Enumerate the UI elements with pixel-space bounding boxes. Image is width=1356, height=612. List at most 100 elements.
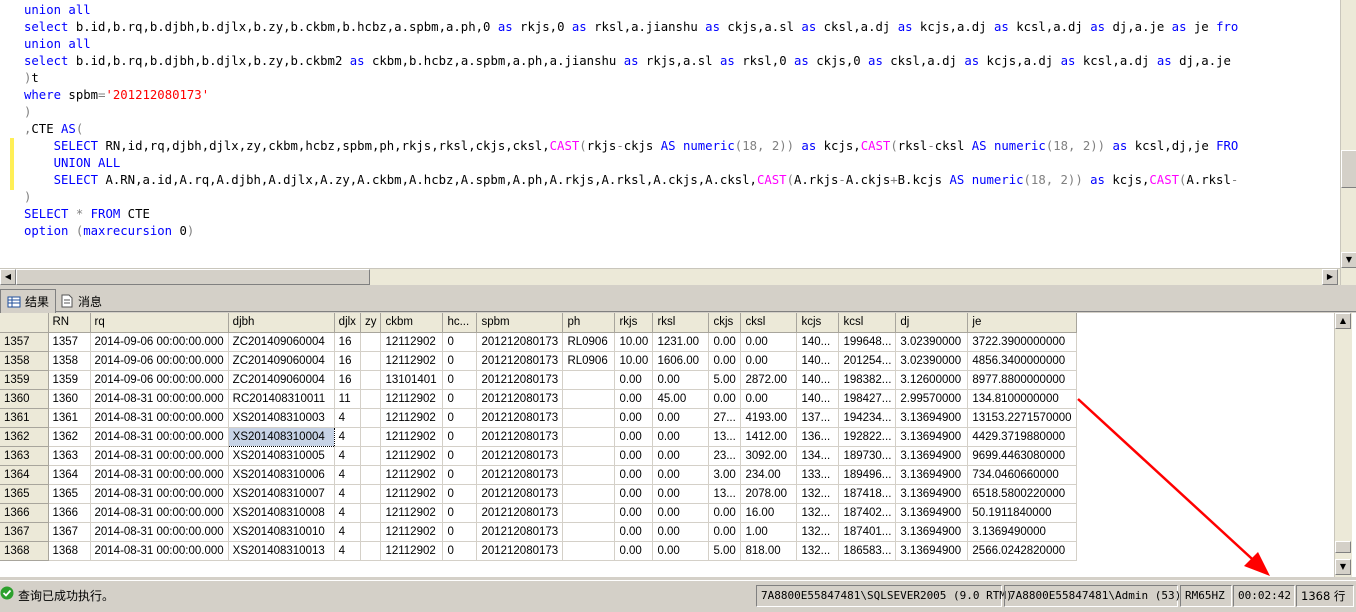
grid-cell[interactable]: 0 <box>442 351 478 371</box>
grid-cell[interactable]: 3.13694900 <box>895 427 969 447</box>
grid-cell[interactable] <box>360 503 382 523</box>
grid-cell[interactable]: 132... <box>796 484 840 504</box>
column-header-10[interactable]: rksl <box>652 313 710 333</box>
grid-cell[interactable]: XS201408310010 <box>228 522 335 542</box>
grid-cell[interactable]: 1.00 <box>740 522 798 542</box>
grid-cell[interactable]: 11 <box>334 389 361 409</box>
grid-cell[interactable]: 1366 <box>48 503 91 523</box>
column-header-5[interactable]: ckbm <box>380 313 444 333</box>
grid-cell[interactable]: 3.13694900 <box>895 503 969 523</box>
grid-cell[interactable]: 3092.00 <box>740 446 798 466</box>
grid-cell[interactable]: 16 <box>334 351 361 371</box>
grid-cell[interactable]: 201212080173 <box>476 408 564 428</box>
grid-cell[interactable]: 23... <box>708 446 742 466</box>
grid-cell[interactable] <box>562 370 616 390</box>
grid-cell[interactable]: 12112902 <box>380 465 444 485</box>
grid-scroll-down-button[interactable]: ▼ <box>1335 559 1351 575</box>
grid-cell[interactable]: 1231.00 <box>652 332 710 352</box>
grid-cell[interactable]: XS201408310003 <box>228 408 335 428</box>
grid-cell[interactable]: 0.00 <box>652 370 710 390</box>
grid-cell[interactable]: 12112902 <box>380 408 444 428</box>
grid-cell[interactable]: 186583... <box>838 541 897 561</box>
grid-cell[interactable]: 194234... <box>838 408 897 428</box>
table-row[interactable]: 1362 1362 2014-08-31 00:00:00.000 XS2014083… <box>0 426 1077 447</box>
table-row[interactable]: 1363 1363 2014-08-31 00:00:00.000 XS2014083… <box>0 446 1077 466</box>
grid-cell[interactable]: 2014-08-31 00:00:00.000 <box>90 522 229 542</box>
grid-cell[interactable]: 2014-08-31 00:00:00.000 <box>90 503 229 523</box>
grid-cell[interactable]: 132... <box>796 522 840 542</box>
grid-cell[interactable]: 0.00 <box>652 503 710 523</box>
grid-cell[interactable]: 0.00 <box>614 408 654 428</box>
column-header-1[interactable]: rq <box>90 313 229 333</box>
grid-cell[interactable]: 2.99570000 <box>895 389 969 409</box>
grid-cell[interactable]: 2014-09-06 00:00:00.000 <box>90 351 229 371</box>
sql-editor[interactable]: union all select b.id,b.rq,b.djbh,b.djlx,… <box>0 0 1356 285</box>
grid-cell[interactable]: XS201408310008 <box>228 503 335 523</box>
grid-cell[interactable]: 132... <box>796 503 840 523</box>
grid-cell[interactable]: 1367 <box>48 522 91 542</box>
grid-cell[interactable]: 3.1369490000 <box>967 522 1077 542</box>
grid-cell[interactable]: 0.00 <box>708 351 742 371</box>
grid-cell[interactable]: 140... <box>796 370 840 390</box>
row-header[interactable]: 1358 <box>0 351 49 371</box>
grid-cell[interactable]: 1358 <box>48 351 91 371</box>
grid-cell[interactable]: 132... <box>796 541 840 561</box>
grid-cell[interactable] <box>360 332 382 352</box>
editor-scroll-right-button[interactable]: ▶ <box>1322 269 1338 285</box>
sql-line[interactable]: ) <box>24 189 1340 206</box>
grid-cell[interactable]: 818.00 <box>740 541 798 561</box>
grid-cell[interactable]: 137... <box>796 408 840 428</box>
grid-cell[interactable]: 13101401 <box>380 370 444 390</box>
tab-results[interactable]: 结果 <box>0 289 57 313</box>
grid-cell[interactable]: 3.00 <box>708 465 742 485</box>
grid-cell[interactable]: 201212080173 <box>476 484 564 504</box>
grid-cell[interactable]: 201212080173 <box>476 541 564 561</box>
grid-cell[interactable]: 0.00 <box>740 389 798 409</box>
column-header-15[interactable]: dj <box>895 313 969 333</box>
grid-cell[interactable]: 2014-08-31 00:00:00.000 <box>90 408 229 428</box>
grid-cell[interactable]: 3.13694900 <box>895 446 969 466</box>
grid-cell[interactable]: 0 <box>442 541 478 561</box>
grid-cell[interactable]: 10.00 <box>614 351 654 371</box>
grid-cell[interactable]: 10.00 <box>614 332 654 352</box>
grid-cell[interactable] <box>360 408 382 428</box>
grid-cell[interactable]: 201212080173 <box>476 522 564 542</box>
grid-cell[interactable]: 0 <box>442 427 478 447</box>
grid-cell[interactable]: 0.00 <box>614 522 654 542</box>
sql-line[interactable]: union all <box>24 36 1340 53</box>
grid-cell[interactable]: 201212080173 <box>476 465 564 485</box>
sql-line[interactable]: ,CTE AS( <box>24 121 1340 138</box>
grid-cell[interactable]: 201212080173 <box>476 389 564 409</box>
grid-cell[interactable]: 12112902 <box>380 351 444 371</box>
grid-cell[interactable] <box>360 389 382 409</box>
grid-cell[interactable]: 4 <box>334 408 361 428</box>
table-row[interactable]: 1357 1357 2014-09-06 00:00:00.000 ZC2014090… <box>0 332 1077 352</box>
grid-cell[interactable]: 1412.00 <box>740 427 798 447</box>
grid-cell[interactable]: 0.00 <box>614 484 654 504</box>
grid-cell[interactable]: 3.13694900 <box>895 484 969 504</box>
grid-scroll-up-button[interactable]: ▲ <box>1335 313 1351 329</box>
table-row[interactable]: 1360 1360 2014-08-31 00:00:00.000 RC2014083… <box>0 389 1077 409</box>
grid-cell[interactable]: 1363 <box>48 446 91 466</box>
grid-cell[interactable]: 0 <box>442 465 478 485</box>
grid-cell[interactable]: 4 <box>334 465 361 485</box>
table-row[interactable]: 1368 1368 2014-08-31 00:00:00.000 XS2014083… <box>0 541 1077 561</box>
row-header[interactable]: 1365 <box>0 484 49 504</box>
grid-cell[interactable]: 1364 <box>48 465 91 485</box>
grid-cell[interactable] <box>360 522 382 542</box>
grid-cell[interactable]: 1365 <box>48 484 91 504</box>
grid-cell[interactable]: 0 <box>442 370 478 390</box>
editor-scroll-thumb[interactable] <box>1341 150 1356 188</box>
row-header[interactable]: 1360 <box>0 389 49 409</box>
grid-cell[interactable] <box>360 446 382 466</box>
grid-cell[interactable]: XS201408310007 <box>228 484 335 504</box>
grid-cell[interactable]: 13... <box>708 427 742 447</box>
grid-cell[interactable]: ZC201409060004 <box>228 370 335 390</box>
grid-cell[interactable]: 199648... <box>838 332 897 352</box>
grid-cell[interactable]: 45.00 <box>652 389 710 409</box>
sql-line[interactable]: SELECT * FROM CTE <box>24 206 1340 223</box>
grid-cell[interactable]: 4856.3400000000 <box>967 351 1077 371</box>
editor-vertical-scrollbar[interactable]: ▼ <box>1340 0 1356 285</box>
grid-cell[interactable]: 0 <box>442 446 478 466</box>
grid-cell[interactable]: RL0906 <box>562 332 616 352</box>
